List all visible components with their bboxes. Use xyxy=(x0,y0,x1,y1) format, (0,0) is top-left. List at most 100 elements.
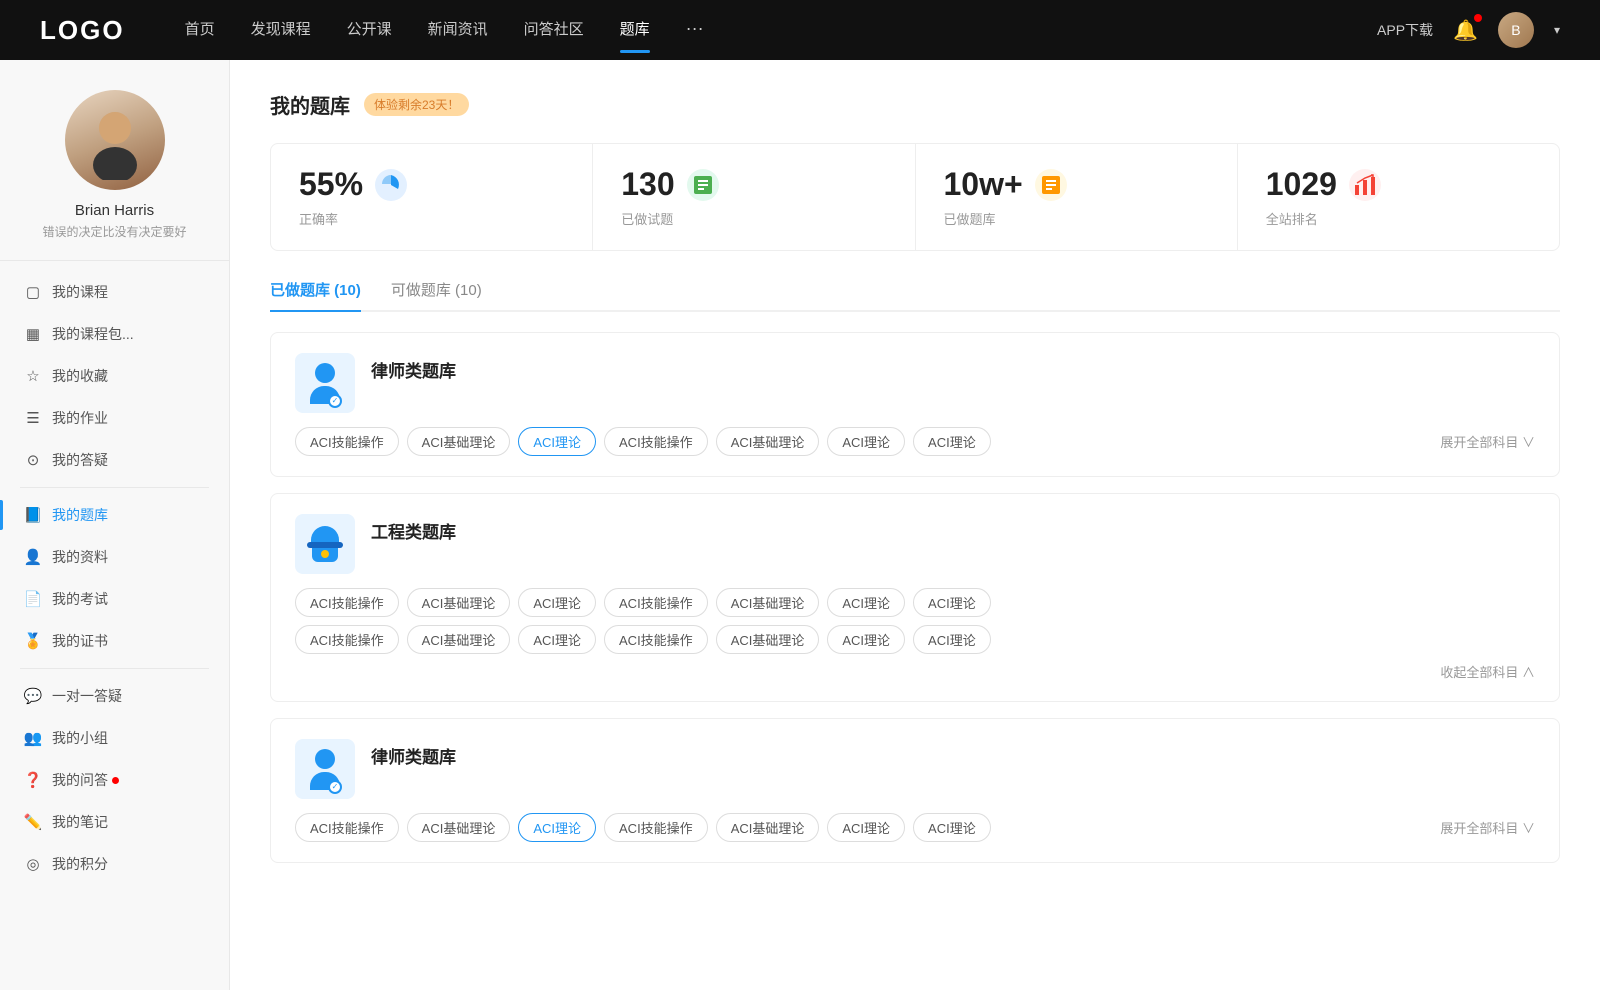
qbank-card-lawyer2-tags: ACI技能操作 ACI基础理论 ACI理论 ACI技能操作 ACI基础理论 AC… xyxy=(295,813,1535,842)
eng-tag-6[interactable]: ACI理论 xyxy=(827,588,905,617)
questions-icon: ❓ xyxy=(24,771,42,789)
nav-news[interactable]: 新闻资讯 xyxy=(428,18,488,43)
logo: LOGO xyxy=(40,15,125,46)
points-icon: ◎ xyxy=(24,855,42,873)
chevron-down-icon[interactable]: ▾ xyxy=(1554,23,1560,37)
law2-tag-6[interactable]: ACI理论 xyxy=(827,813,905,842)
eng-tag-9[interactable]: ACI基础理论 xyxy=(407,625,511,654)
lawyer2-icon: ✓ xyxy=(310,749,340,790)
sidebar-item-points[interactable]: ◎ 我的积分 xyxy=(0,843,229,885)
helmet-top xyxy=(311,526,339,542)
notification-bell[interactable]: 🔔 xyxy=(1453,18,1478,43)
eng-tag-4[interactable]: ACI技能操作 xyxy=(604,588,708,617)
sidebar-item-group[interactable]: 👥 我的小组 xyxy=(0,717,229,759)
qbank-card-engineer1: 工程类题库 ACI技能操作 ACI基础理论 ACI理论 ACI技能操作 ACI基… xyxy=(270,493,1560,702)
sidebar-item-profile[interactable]: 👤 我的资料 xyxy=(0,536,229,578)
stat-ranking-top: 1029 xyxy=(1266,166,1531,203)
eng-tag-2[interactable]: ACI基础理论 xyxy=(407,588,511,617)
qbank-card-engineer1-title-wrap: 工程类题库 xyxy=(371,514,456,543)
person-badge: ✓ xyxy=(328,394,342,408)
law2-tag-2[interactable]: ACI基础理论 xyxy=(407,813,511,842)
tabs: 已做题库 (10) 可做题库 (10) xyxy=(270,279,1560,312)
person2-head xyxy=(315,749,335,769)
sidebar-item-notes[interactable]: ✏️ 我的笔记 xyxy=(0,801,229,843)
qa-icon: ⊙ xyxy=(24,451,42,469)
tab-done-banks[interactable]: 已做题库 (10) xyxy=(270,279,361,310)
tag-aci-basic-theory-2[interactable]: ACI基础理论 xyxy=(716,427,820,456)
nav-home[interactable]: 首页 xyxy=(185,18,215,43)
tag-aci-basic-theory-1[interactable]: ACI基础理论 xyxy=(407,427,511,456)
nav-right: APP下载 🔔 B ▾ xyxy=(1377,12,1560,48)
law2-tag-7[interactable]: ACI理论 xyxy=(913,813,991,842)
sidebar-profile: Brian Harris 错误的决定比没有决定要好 xyxy=(0,90,229,261)
expand-lawyer1-link[interactable]: 展开全部科目 ∨ xyxy=(1440,432,1535,451)
main-content: 我的题库 体验剩余23天！ 55% 正确率 xyxy=(230,60,1600,990)
law2-tag-3[interactable]: ACI理论 xyxy=(518,813,596,842)
tag-aci-theory-2[interactable]: ACI理论 xyxy=(827,427,905,456)
navbar: LOGO 首页 发现课程 公开课 新闻资讯 问答社区 题库 ··· APP下载 … xyxy=(0,0,1600,60)
sidebar-item-questions[interactable]: ❓ 我的问答 xyxy=(0,759,229,801)
eng-tag-1[interactable]: ACI技能操作 xyxy=(295,588,399,617)
qbank-card-engineer1-tags-row1: ACI技能操作 ACI基础理论 ACI理论 ACI技能操作 ACI基础理论 AC… xyxy=(295,588,1535,617)
profile-name: Brian Harris xyxy=(75,202,154,219)
qbank-card-lawyer1: ✓ 律师类题库 ACI技能操作 ACI基础理论 ACI理论 ACI技能操作 AC… xyxy=(270,332,1560,477)
stat-accuracy-label: 正确率 xyxy=(299,209,564,228)
eng-tag-13[interactable]: ACI理论 xyxy=(827,625,905,654)
qbank-card-lawyer2-header: ✓ 律师类题库 xyxy=(295,739,1535,799)
eng-tag-7[interactable]: ACI理论 xyxy=(913,588,991,617)
stats-row: 55% 正确率 130 xyxy=(270,143,1560,251)
questions-dot xyxy=(112,777,119,784)
nav-discover[interactable]: 发现课程 xyxy=(251,18,311,43)
qbank-icon: 📘 xyxy=(24,506,42,524)
tag-aci-skill-op-2[interactable]: ACI技能操作 xyxy=(604,427,708,456)
stat-done-banks-value: 10w+ xyxy=(944,166,1023,203)
stat-done-banks-label: 已做题库 xyxy=(944,209,1209,228)
sidebar-item-homework-label: 我的作业 xyxy=(52,408,108,428)
eng-tag-10[interactable]: ACI理论 xyxy=(518,625,596,654)
cert-icon: 🏅 xyxy=(24,632,42,650)
law2-tag-4[interactable]: ACI技能操作 xyxy=(604,813,708,842)
tag-aci-skill-op-1[interactable]: ACI技能操作 xyxy=(295,427,399,456)
sidebar-item-cert[interactable]: 🏅 我的证书 xyxy=(0,620,229,662)
sidebar-menu: ▢ 我的课程 ▦ 我的课程包... ☆ 我的收藏 ☰ 我的作业 ⊙ 我的答疑 📘 xyxy=(0,271,229,885)
nav-open[interactable]: 公开课 xyxy=(347,18,392,43)
nav-qa[interactable]: 问答社区 xyxy=(524,18,584,43)
nav-more[interactable]: ··· xyxy=(686,18,704,43)
1on1-icon: 💬 xyxy=(24,687,42,705)
helmet-body xyxy=(312,548,338,562)
sidebar-item-courses[interactable]: ▢ 我的课程 xyxy=(0,271,229,313)
expand-lawyer2-link[interactable]: 展开全部科目 ∨ xyxy=(1440,818,1535,837)
stat-ranking-icon xyxy=(1349,169,1381,201)
law2-tag-5[interactable]: ACI基础理论 xyxy=(716,813,820,842)
eng-tag-5[interactable]: ACI基础理论 xyxy=(716,588,820,617)
qbank-card-lawyer1-header: ✓ 律师类题库 xyxy=(295,353,1535,413)
eng-tag-14[interactable]: ACI理论 xyxy=(913,625,991,654)
helmet-dot xyxy=(321,550,329,558)
qbank-card-lawyer2-title-wrap: 律师类题库 xyxy=(371,739,456,768)
tag-aci-theory-1[interactable]: ACI理论 xyxy=(518,427,596,456)
sidebar-item-exam[interactable]: 📄 我的考试 xyxy=(0,578,229,620)
sidebar-item-qbank[interactable]: 📘 我的题库 xyxy=(0,494,229,536)
qbank-card-engineer1-tags-row2: ACI技能操作 ACI基础理论 ACI理论 ACI技能操作 ACI基础理论 AC… xyxy=(295,625,1535,654)
eng-tag-11[interactable]: ACI技能操作 xyxy=(604,625,708,654)
eng-tag-3[interactable]: ACI理论 xyxy=(518,588,596,617)
avatar[interactable]: B xyxy=(1498,12,1534,48)
app-download-button[interactable]: APP下载 xyxy=(1377,20,1433,40)
nav-qbank[interactable]: 题库 xyxy=(620,18,650,43)
tag-aci-theory-3[interactable]: ACI理论 xyxy=(913,427,991,456)
stat-ranking-label: 全站排名 xyxy=(1266,209,1531,228)
sidebar-item-1on1[interactable]: 💬 一对一答疑 xyxy=(0,675,229,717)
homework-icon: ☰ xyxy=(24,409,42,427)
eng-tag-8[interactable]: ACI技能操作 xyxy=(295,625,399,654)
eng-tag-12[interactable]: ACI基础理论 xyxy=(716,625,820,654)
tab-available-banks[interactable]: 可做题库 (10) xyxy=(391,279,482,310)
qbank-card-lawyer2-icon: ✓ xyxy=(295,739,355,799)
sidebar-item-homework[interactable]: ☰ 我的作业 xyxy=(0,397,229,439)
nav-links: 首页 发现课程 公开课 新闻资讯 问答社区 题库 ··· xyxy=(185,18,1377,43)
sidebar-item-favorites[interactable]: ☆ 我的收藏 xyxy=(0,355,229,397)
sidebar-item-qa[interactable]: ⊙ 我的答疑 xyxy=(0,439,229,481)
sidebar-item-course-packages[interactable]: ▦ 我的课程包... xyxy=(0,313,229,355)
collapse-engineer1-link[interactable]: 收起全部科目 ∧ xyxy=(295,662,1535,681)
qbank-card-engineer1-title: 工程类题库 xyxy=(371,518,456,543)
law2-tag-1[interactable]: ACI技能操作 xyxy=(295,813,399,842)
